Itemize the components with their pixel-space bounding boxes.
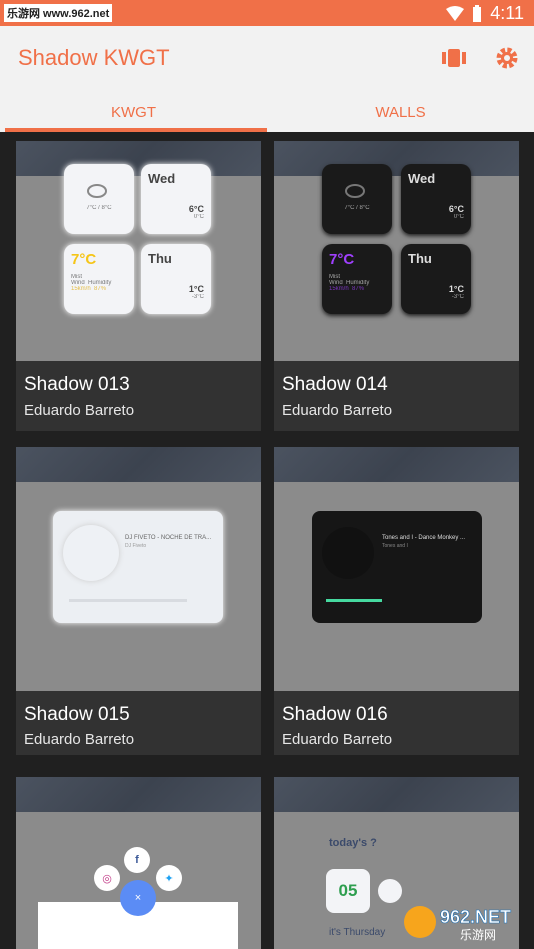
widget-preview: 7°C / 8°C Wed 6°C 0°C 7°C Mist Wind Humi…	[16, 141, 261, 361]
status-bar: 乐游网 www.962.net 4:11	[0, 0, 534, 26]
svg-text:962.NET: 962.NET	[440, 907, 511, 927]
widget-name: Shadow 015	[24, 704, 130, 725]
app-bar: Shadow KWGT KWGT WALLS	[0, 26, 534, 132]
assistant-icon	[378, 879, 402, 903]
app-title: Shadow KWGT	[18, 45, 170, 70]
widget-preview: DJ FIVETO - NOCHE DE TRA... DJ Fiveto	[16, 447, 261, 691]
widget-name: Shadow 014	[282, 374, 388, 395]
widget-preview: f ◎ ✦ ×	[16, 777, 261, 949]
tab-kwgt[interactable]: KWGT	[0, 92, 267, 132]
widget-preview: Tones and I - Dance Monkey ... Tones and…	[274, 447, 519, 691]
widget-author: Eduardo Barreto	[24, 731, 135, 748]
widget-grid: 7°C / 8°C Wed 6°C 0°C 7°C Mist Wind Humi…	[0, 132, 534, 949]
collection-icon[interactable]	[440, 44, 468, 72]
widget-author: Eduardo Barreto	[24, 402, 135, 419]
widget-card[interactable]: Tones and I - Dance Monkey ... Tones and…	[274, 447, 519, 755]
widget-name: Shadow 013	[24, 374, 130, 395]
widget-card[interactable]: DJ FIVETO - NOCHE DE TRA... DJ Fiveto Sh…	[16, 447, 261, 755]
widget-author: Eduardo Barreto	[282, 402, 393, 419]
settings-icon[interactable]	[493, 44, 521, 72]
battery-icon	[473, 4, 482, 22]
wifi-icon	[446, 5, 465, 21]
widget-name: Shadow 016	[282, 704, 388, 725]
widget-card[interactable]: 7°C / 8°C Wed 6°C 0°C 7°C Mist Wind Humi…	[16, 141, 261, 431]
tab-bar: KWGT WALLS	[0, 92, 534, 132]
instagram-icon: ◎	[94, 865, 120, 891]
widget-preview: 7°C / 8°C Wed 6°C 0°C 7°C Mist Wind Humi…	[274, 141, 519, 361]
clock: 4:11	[490, 3, 524, 23]
close-icon: ×	[120, 880, 156, 916]
twitter-icon: ✦	[156, 865, 182, 891]
widget-card[interactable]: f ◎ ✦ ×	[16, 777, 261, 949]
facebook-icon: f	[124, 847, 150, 873]
tab-walls[interactable]: WALLS	[267, 92, 534, 132]
widget-card[interactable]: 7°C / 8°C Wed 6°C 0°C 7°C Mist Wind Humi…	[274, 141, 519, 431]
svg-text:乐游网: 乐游网	[460, 928, 496, 942]
watermark: 乐游网 www.962.net	[4, 4, 113, 22]
widget-author: Eduardo Barreto	[282, 731, 393, 748]
watermark-962: 962.NET 乐游网	[400, 901, 528, 943]
